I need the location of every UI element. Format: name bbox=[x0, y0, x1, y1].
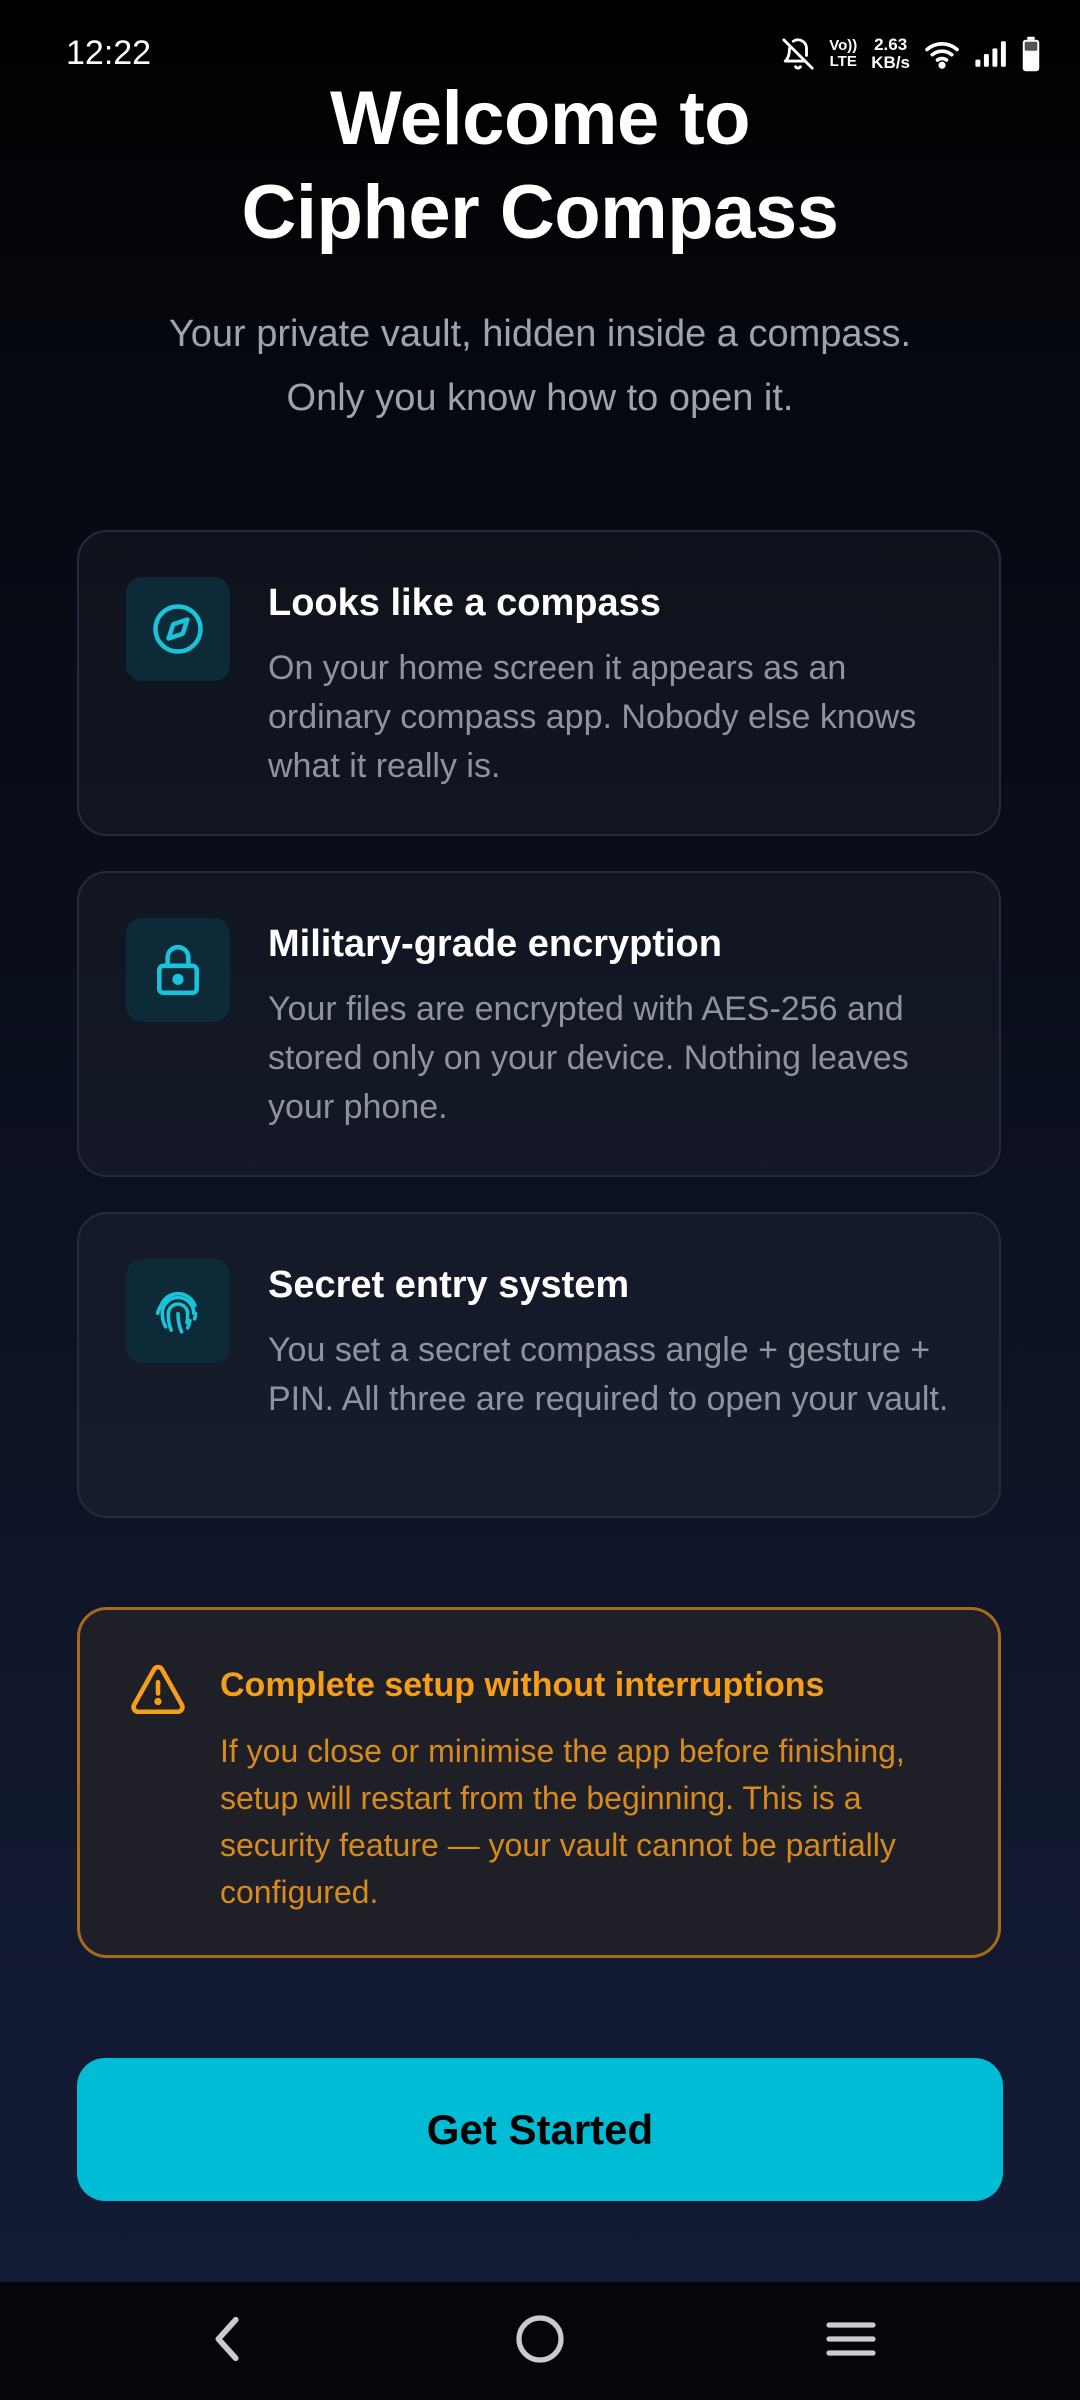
feature-title: Military-grade encryption bbox=[268, 923, 722, 965]
page-title-line1: Welcome to bbox=[329, 76, 751, 161]
feature-card-compass: Looks like a compass On your home screen… bbox=[77, 530, 1001, 836]
system-nav-bar bbox=[0, 2282, 1080, 2400]
feature-description: On your home screen it appears as an ord… bbox=[268, 649, 917, 785]
feature-description: You set a secret compass angle + gesture… bbox=[268, 1331, 949, 1418]
signal-icon bbox=[974, 39, 1008, 69]
wifi-icon bbox=[924, 39, 960, 69]
page-subtitle: Your private vault, hidden inside a comp… bbox=[0, 302, 1080, 430]
setup-warning: Complete setup without interruptions If … bbox=[77, 1607, 1001, 1958]
volte-icon: Vo)) LTE bbox=[829, 38, 857, 70]
home-button[interactable] bbox=[440, 2282, 640, 2400]
compass-icon bbox=[126, 577, 230, 681]
back-button[interactable] bbox=[128, 2282, 328, 2400]
page-subtitle-line1: Your private vault, hidden inside a comp… bbox=[168, 313, 912, 355]
warning-icon bbox=[130, 1664, 186, 1719]
page-title: Welcome to Cipher Compass bbox=[0, 72, 1080, 260]
warning-text: If you close or minimise the app before … bbox=[220, 1733, 905, 1910]
feature-card-encryption: Military-grade encryption Your files are… bbox=[77, 871, 1001, 1177]
fingerprint-icon bbox=[126, 1259, 230, 1363]
feature-title: Looks like a compass bbox=[268, 582, 661, 624]
back-icon bbox=[208, 2314, 248, 2369]
recents-button[interactable] bbox=[751, 2282, 951, 2400]
network-speed: 2.63 KB/s bbox=[871, 36, 910, 72]
feature-description: Your files are encrypted with AES-256 an… bbox=[268, 990, 909, 1126]
recents-icon bbox=[825, 2319, 877, 2364]
feature-card-secret-entry: Secret entry system You set a secret com… bbox=[77, 1212, 1001, 1518]
status-time: 12:22 bbox=[66, 34, 152, 72]
notifications-off-icon bbox=[781, 37, 815, 71]
network-speed-unit: KB/s bbox=[871, 53, 910, 72]
get-started-button[interactable]: Get Started bbox=[77, 2058, 1003, 2201]
page-title-line2: Cipher Compass bbox=[241, 170, 839, 255]
network-speed-value: 2.63 bbox=[874, 35, 908, 54]
volte-bottom: LTE bbox=[829, 53, 857, 70]
battery-icon bbox=[1022, 36, 1040, 72]
lock-icon bbox=[126, 918, 230, 1022]
home-icon bbox=[514, 2313, 566, 2370]
volte-top: Vo)) bbox=[829, 37, 858, 54]
page-subtitle-line2: Only you know how to open it. bbox=[286, 377, 794, 419]
status-icons: Vo)) LTE 2.63 KB/s bbox=[781, 32, 1040, 76]
feature-title: Secret entry system bbox=[268, 1264, 630, 1306]
warning-title: Complete setup without interruptions bbox=[220, 1666, 825, 1704]
